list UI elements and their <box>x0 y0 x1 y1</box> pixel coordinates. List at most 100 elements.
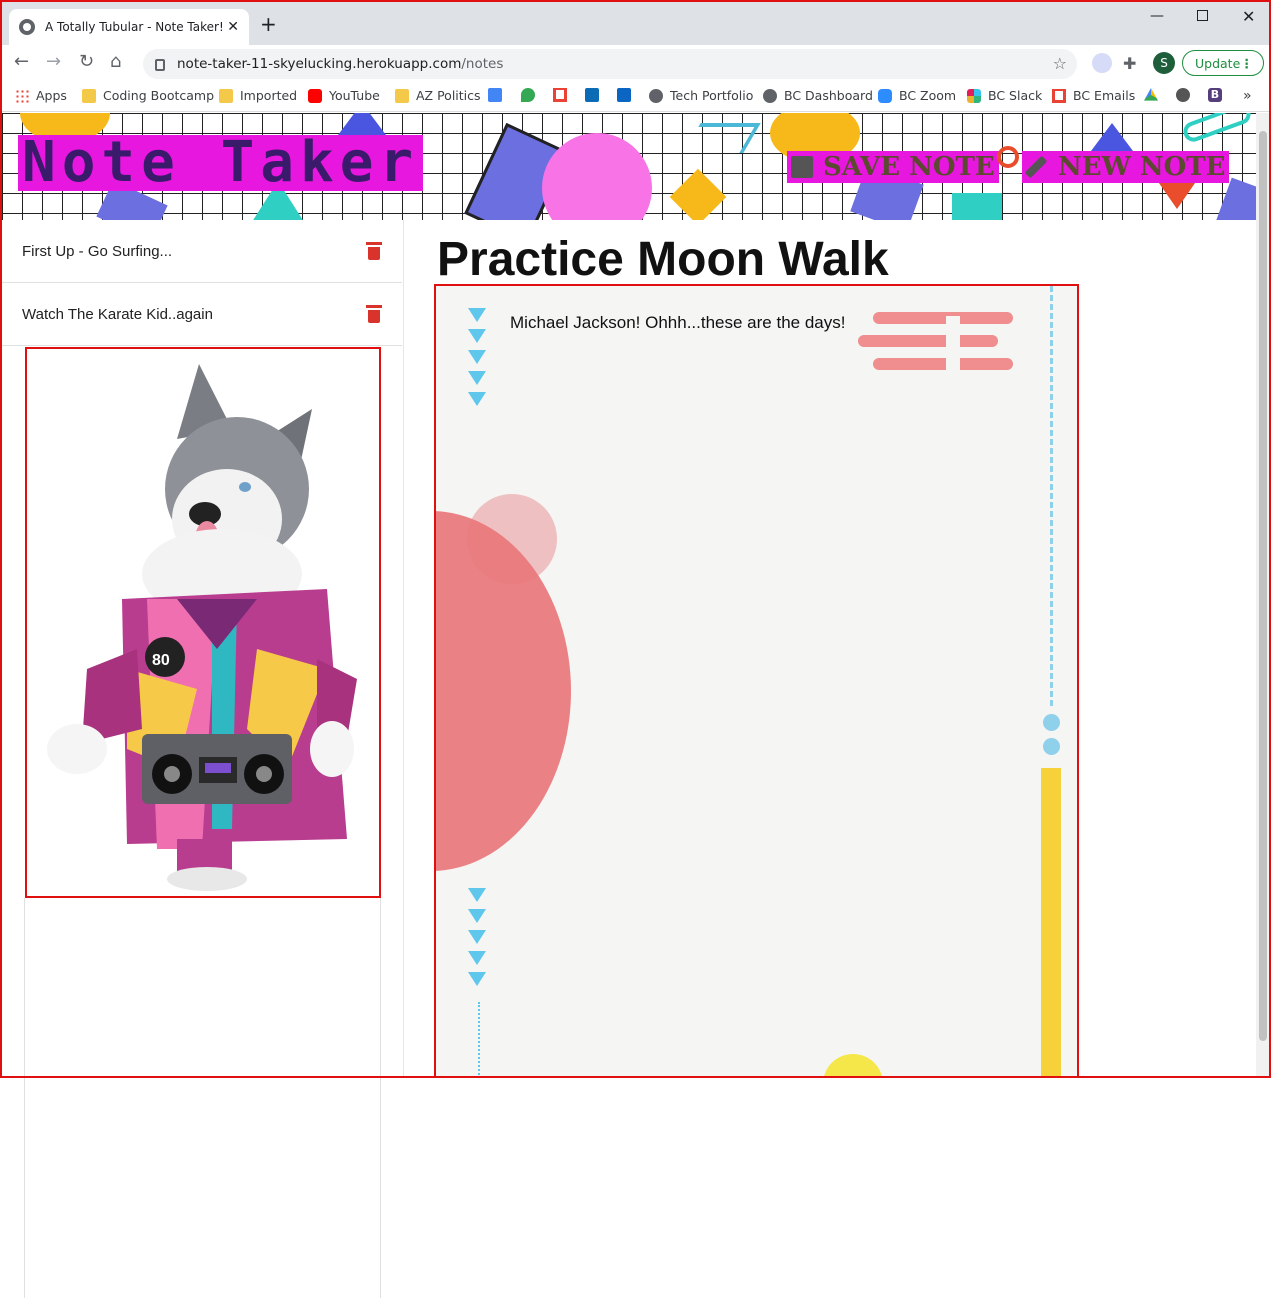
url-text: note-taker-11-skyelucking.herokuapp.com/… <box>177 56 503 72</box>
more-bookmarks-icon[interactable]: » <box>1243 88 1252 104</box>
more-menu-icon[interactable]: ⋮ <box>1241 56 1254 71</box>
bookmark-label: Coding Bootcamp <box>103 88 215 103</box>
linkedin-icon <box>617 88 631 102</box>
blue-triangle-decoration <box>468 951 486 965</box>
bookmark-apps[interactable]: Apps <box>15 88 67 103</box>
blue-triangle-decoration <box>468 888 486 902</box>
save-floppy-icon <box>791 156 813 178</box>
browser-title-bar: A Totally Tubular - Note Taker! ✕ + — ✕ <box>0 0 1271 45</box>
folder-icon <box>395 88 409 103</box>
bootstrap-icon: B <box>1208 88 1222 102</box>
url-host: note-taker-11-skyelucking.herokuapp.com <box>177 56 462 72</box>
tab-title: A Totally Tubular - Note Taker! <box>45 20 224 34</box>
list-item[interactable]: First Up - Go Surfing... <box>2 220 402 283</box>
close-window-icon[interactable]: ✕ <box>1242 7 1255 26</box>
browser-toolbar: ← → ↻ ⌂ note-taker-11-skyelucking.heroku… <box>0 45 1271 82</box>
list-item[interactable]: Watch The Karate Kid..again <box>2 283 402 346</box>
globe-icon <box>649 88 663 103</box>
note-title-input[interactable]: Practice Moon Walk <box>437 232 889 287</box>
save-note-button[interactable]: SAVE NOTE <box>787 151 999 183</box>
scrollbar-thumb[interactable] <box>1259 131 1267 1041</box>
stripe-gap-decoration <box>946 316 960 376</box>
bookmark-bc-dashboard[interactable]: BC Dashboard <box>763 88 873 103</box>
note-item-title: First Up - Go Surfing... <box>22 242 173 260</box>
extension-badge-icon[interactable] <box>1092 53 1112 73</box>
new-note-label: NEW NOTE <box>1058 152 1226 182</box>
blue-triangle-decoration <box>468 329 486 343</box>
note-item-title: Watch The Karate Kid..again <box>22 305 213 323</box>
bookmark-label: BC Slack <box>988 88 1043 103</box>
back-arrow-icon[interactable]: ← <box>14 53 29 71</box>
profile-avatar[interactable]: S <box>1153 52 1175 74</box>
browser-tab[interactable]: A Totally Tubular - Note Taker! ✕ <box>9 9 249 45</box>
lock-icon <box>155 59 165 71</box>
yellow-circle-decoration <box>823 1054 883 1076</box>
calendar-icon <box>488 88 502 102</box>
close-tab-icon[interactable]: ✕ <box>227 19 239 35</box>
note-body-text: Michael Jackson! Ohhh...these are the da… <box>510 313 846 332</box>
dog-costume-image: 80 <box>25 347 381 898</box>
pink-small-circle-decoration <box>467 494 557 584</box>
bookmark-label: Imported <box>240 88 298 103</box>
bookmark-linkedin[interactable] <box>617 88 638 102</box>
bookmark-az-politics[interactable]: AZ Politics <box>395 88 481 103</box>
bookmark-youtube[interactable]: YouTube <box>308 88 380 103</box>
bookmark-bc-slack[interactable]: BC Slack <box>967 88 1042 103</box>
maps-pin-icon <box>521 88 535 102</box>
save-note-label: SAVE NOTE <box>823 152 995 182</box>
teal-loop-shape <box>1180 113 1254 145</box>
bookmark-star-icon[interactable]: ☆ <box>1053 54 1067 73</box>
bookmark-gmail[interactable] <box>553 88 574 102</box>
mascot-icon <box>1176 88 1190 102</box>
page-scrollbar[interactable] <box>1256 113 1270 1078</box>
address-bar[interactable]: note-taker-11-skyelucking.herokuapp.com/… <box>143 49 1077 79</box>
trash-icon[interactable] <box>366 242 382 260</box>
bookmark-bc-emails[interactable]: BC Emails <box>1052 88 1135 103</box>
bookmark-imported[interactable]: Imported <box>219 88 297 103</box>
puzzle-extensions-icon[interactable]: ✚ <box>1123 54 1143 74</box>
bookmark-label: BC Zoom <box>899 88 957 103</box>
update-button[interactable]: Update ⋮ <box>1182 50 1264 76</box>
bookmark-drive[interactable] <box>1144 88 1165 102</box>
trash-icon[interactable] <box>366 305 382 323</box>
bookmark-coding-bootcamp[interactable]: Coding Bootcamp <box>82 88 214 103</box>
home-icon[interactable]: ⌂ <box>110 53 121 71</box>
bookmark-maps[interactable] <box>521 88 542 102</box>
sidebar-empty-area <box>24 898 381 1298</box>
notes-sidebar: First Up - Go Surfing... Watch The Karat… <box>2 220 404 1298</box>
blue-triangle-decoration <box>468 371 486 385</box>
pencil-icon <box>1024 155 1048 179</box>
pink-stripe-decoration <box>873 358 1013 370</box>
reload-icon[interactable]: ↻ <box>79 53 94 71</box>
blue-triangle-decoration <box>468 930 486 944</box>
dotted-line-decoration <box>478 1002 480 1076</box>
note-textarea[interactable]: Michael Jackson! Ohhh...these are the da… <box>434 284 1079 1078</box>
dashed-line-decoration <box>1050 286 1053 706</box>
bookmark-tech-portfolio[interactable]: Tech Portfolio <box>649 88 753 103</box>
maximize-icon[interactable] <box>1197 10 1208 21</box>
globe-icon <box>19 19 35 35</box>
media-icon <box>585 88 599 102</box>
yellow-bar-decoration <box>1041 768 1061 1076</box>
bookmark-bc-zoom[interactable]: BC Zoom <box>878 88 956 103</box>
gmail-icon <box>1052 88 1066 103</box>
bookmark-label: Tech Portfolio <box>670 88 754 103</box>
youtube-icon <box>308 88 322 103</box>
minimize-icon[interactable]: — <box>1150 8 1164 24</box>
globe-icon <box>763 88 777 103</box>
blue-dot-decoration <box>1043 738 1060 755</box>
blue-triangle-decoration <box>468 972 486 986</box>
forward-arrow-icon[interactable]: → <box>46 53 61 71</box>
bookmark-label: YouTube <box>329 88 380 103</box>
teal-block-shape <box>952 193 1002 220</box>
bookmark-label: BC Emails <box>1073 88 1136 103</box>
brand-logo[interactable]: Note Taker <box>18 135 424 191</box>
bookmark-media[interactable] <box>585 88 606 102</box>
bookmark-calendar[interactable] <box>488 88 509 102</box>
bookmark-mascot[interactable] <box>1176 88 1197 102</box>
pink-stripe-decoration <box>873 312 1013 324</box>
blue-triangle-decoration <box>468 392 486 406</box>
bookmark-bootstrap[interactable]: B <box>1208 88 1229 102</box>
new-note-button[interactable]: NEW NOTE <box>1022 151 1230 183</box>
new-tab-button[interactable]: + <box>260 14 277 34</box>
